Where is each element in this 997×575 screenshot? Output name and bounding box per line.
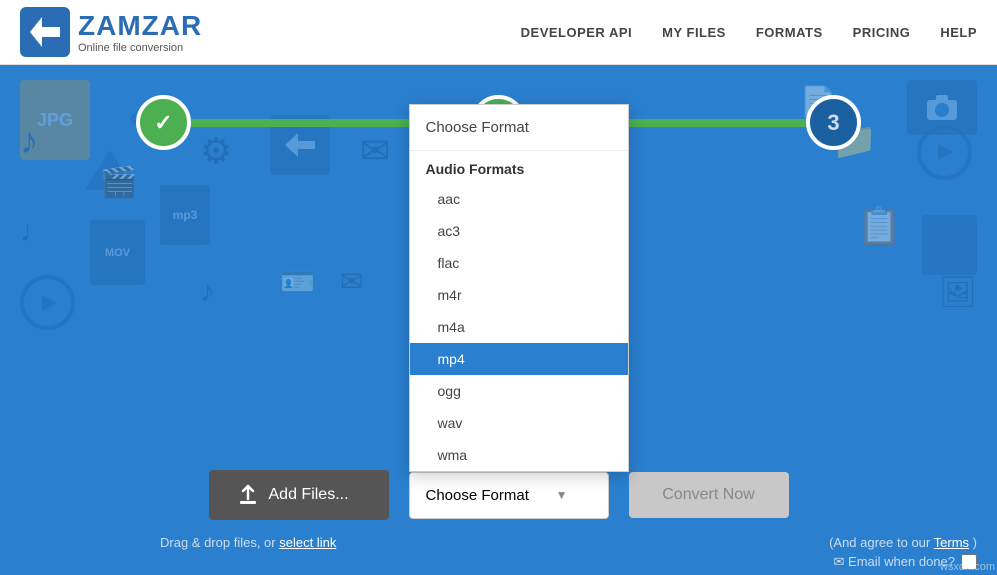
bg-mp3-icon: mp3 (160, 185, 210, 245)
convert-now-button[interactable]: Convert Now (629, 472, 789, 518)
bg-speaker-icon: ♪ (200, 275, 215, 309)
drag-text-label: Drag & drop files, or (160, 535, 276, 550)
bg-id-icon: 🪪 (280, 265, 315, 298)
format-selector-wrapper: Choose Format Audio Formats aac ac3 flac… (409, 472, 609, 519)
format-m4a[interactable]: m4a (410, 311, 628, 343)
chevron-down-icon: ▼ (556, 488, 568, 502)
bg-clipboard-icon: 📋 (857, 205, 902, 247)
bg-image-icon: 🖼 (939, 275, 977, 310)
terms-text: (And agree to our Terms ) (829, 535, 977, 550)
format-ogg[interactable]: ogg (410, 375, 628, 407)
format-dropdown: Choose Format Audio Formats aac ac3 flac… (409, 104, 629, 472)
bg-film-icon: 🎬 (100, 165, 137, 200)
nav-formats[interactable]: FORMATS (756, 25, 823, 40)
format-mp4[interactable]: mp4 (410, 343, 628, 375)
email-label: ✉ Email when done? (834, 554, 955, 570)
agree-close: ) (973, 535, 977, 550)
logo: ZAMZAR Online file conversion (20, 7, 202, 57)
terms-link[interactable]: Terms (934, 535, 969, 550)
format-ac3[interactable]: ac3 (410, 215, 628, 247)
format-m4r[interactable]: m4r (410, 279, 628, 311)
convert-label: Convert Now (662, 486, 754, 503)
main-content: JPG ♪ ✏ ⚙ ✉ 🎬 📁 📄 mp3 (0, 65, 997, 575)
watermark: wsxdn.com (940, 561, 995, 573)
logo-tagline: Online file conversion (78, 42, 202, 54)
dropdown-title: Choose Format (410, 105, 628, 151)
format-select-button[interactable]: Choose Format ▼ (409, 472, 609, 519)
add-files-label: Add Files... (269, 486, 349, 504)
bg-mov-icon: MOV (90, 220, 145, 285)
step-1: ✓ (136, 95, 191, 150)
nav-developer-api[interactable]: DEVELOPER API (521, 25, 632, 40)
bg-music2-icon: ♩ (20, 215, 50, 249)
upload-icon (237, 484, 259, 506)
header: ZAMZAR Online file conversion DEVELOPER … (0, 0, 997, 65)
format-flac[interactable]: flac (410, 247, 628, 279)
main-nav: DEVELOPER API MY FILES FORMATS PRICING H… (521, 25, 977, 40)
bg-bag-icon (922, 215, 977, 275)
agree-text: (And agree to our (829, 535, 930, 550)
logo-text: ZAMZAR Online file conversion (78, 10, 202, 54)
logo-icon (20, 7, 70, 57)
format-aac[interactable]: aac (410, 183, 628, 215)
nav-my-files[interactable]: MY FILES (662, 25, 726, 40)
audio-formats-header: Audio Formats (410, 151, 628, 183)
select-link[interactable]: select link (279, 535, 336, 550)
controls-row: Add Files... Choose Format Audio Formats… (0, 470, 997, 520)
nav-pricing[interactable]: PRICING (853, 25, 911, 40)
bg-envelope2-icon: ✉ (340, 265, 363, 298)
nav-help[interactable]: HELP (940, 25, 977, 40)
step-3: 3 (806, 95, 861, 150)
bg-play2-icon (20, 275, 75, 330)
format-wav[interactable]: wav (410, 407, 628, 439)
logo-name: ZAMZAR (78, 10, 202, 42)
add-files-button[interactable]: Add Files... (209, 470, 389, 520)
format-wma[interactable]: wma (410, 439, 628, 471)
format-select-label: Choose Format (426, 487, 529, 504)
drag-drop-text: Drag & drop files, or select link (160, 535, 336, 550)
